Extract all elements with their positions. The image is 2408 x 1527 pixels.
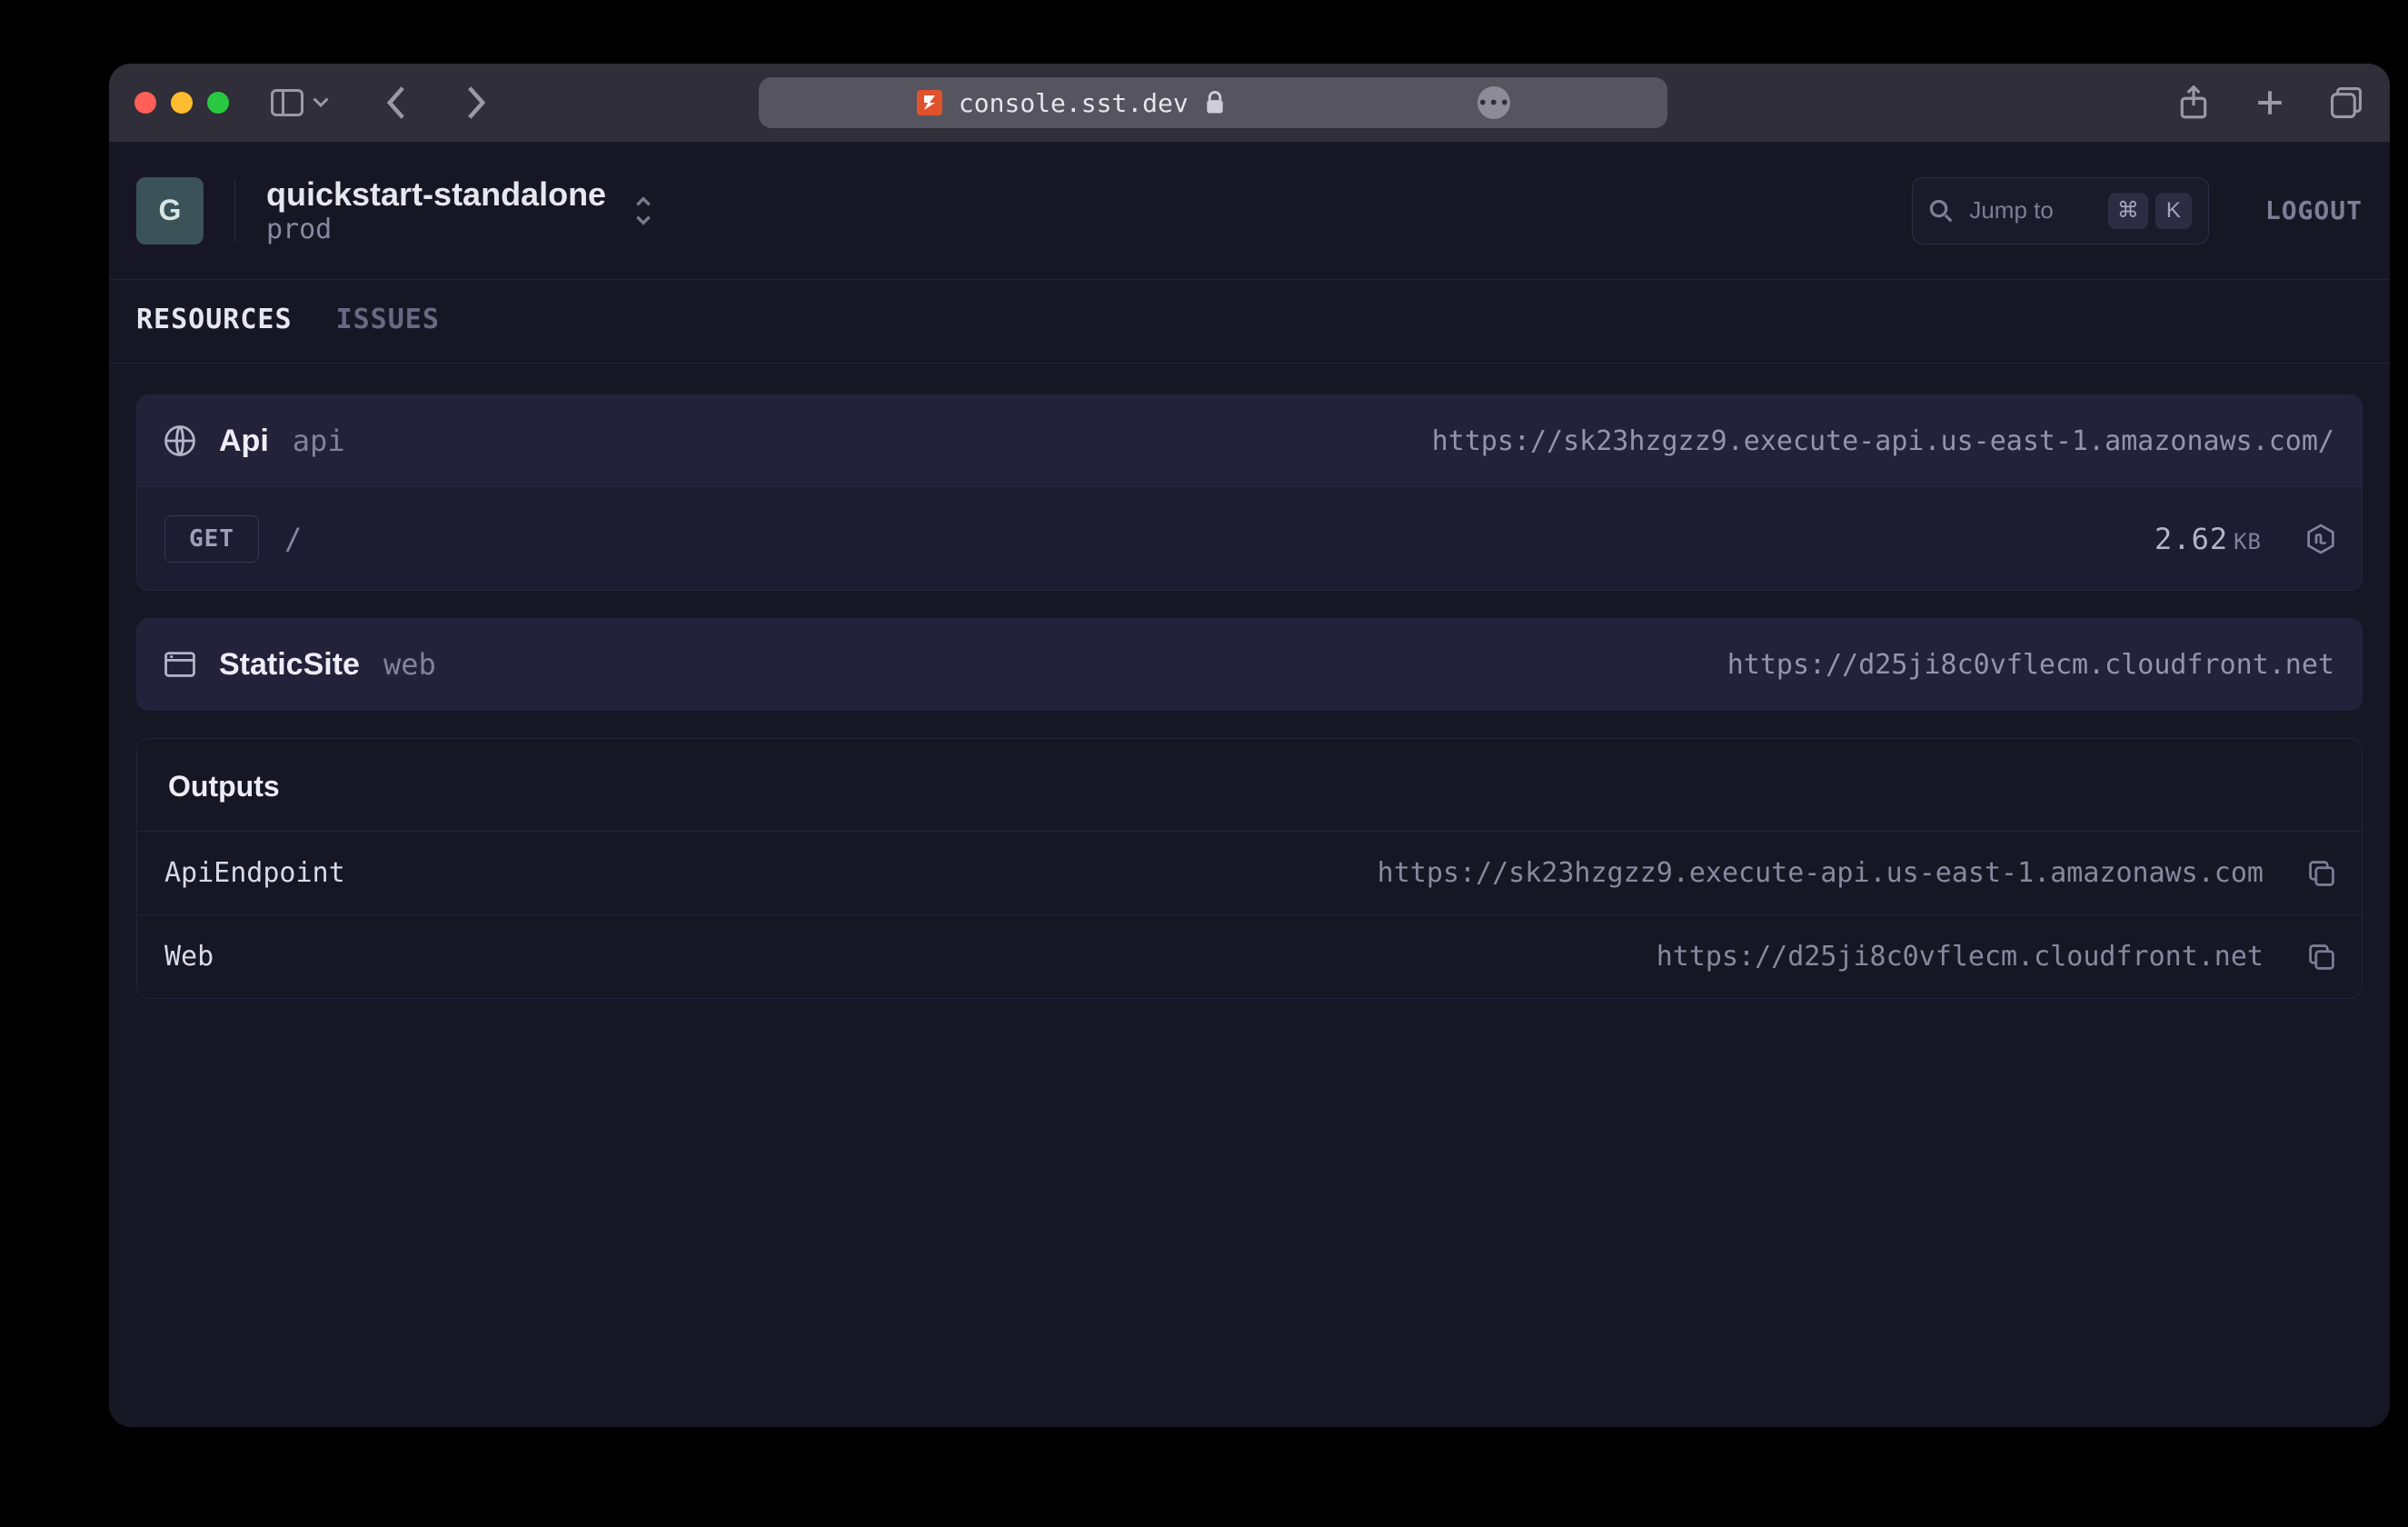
close-window-button[interactable]: [134, 92, 156, 114]
tab-overview-icon[interactable]: [2328, 85, 2364, 121]
kbd-k: K: [2155, 193, 2192, 229]
resource-id: web: [383, 647, 436, 682]
copy-icon[interactable]: [2309, 944, 2334, 970]
nodejs-icon: [2307, 524, 2334, 554]
sst-brand-icon: [917, 90, 942, 115]
resource-header[interactable]: Api api https://sk23hzgzz9.execute-api.u…: [137, 395, 2362, 486]
output-value[interactable]: https://d25ji8c0vflecm.cloudfront.net: [1657, 941, 2264, 973]
size-value: 2.62: [2154, 522, 2228, 556]
size-unit: KB: [2234, 529, 2262, 554]
tab-issues[interactable]: ISSUES: [336, 280, 440, 363]
browser-toolbar: console.sst.dev •••: [109, 64, 2390, 142]
resource-url[interactable]: https://sk23hzgzz9.execute-api.us-east-1…: [1432, 425, 2334, 457]
output-row: ApiEndpoint https://sk23hzgzz9.execute-a…: [137, 831, 2362, 914]
output-key: ApiEndpoint: [164, 857, 345, 889]
forward-button[interactable]: [458, 85, 494, 121]
route-size: 2.62KB: [2154, 522, 2262, 556]
address-url: console.sst.dev: [959, 88, 1189, 118]
globe-icon: [164, 425, 195, 456]
outputs-panel: Outputs ApiEndpoint https://sk23hzgzz9.e…: [136, 738, 2363, 999]
page-settings-button[interactable]: •••: [1478, 86, 1510, 119]
http-method-pill: GET: [164, 515, 259, 563]
project-switch-chevrons-icon[interactable]: [632, 193, 655, 229]
resource-card-api: Api api https://sk23hzgzz9.execute-api.u…: [136, 394, 2363, 591]
content: Api api https://sk23hzgzz9.execute-api.u…: [109, 364, 2390, 1030]
app-root: G quickstart-standalone prod Jump to ⌘ K: [109, 142, 2390, 1427]
outputs-title: Outputs: [137, 739, 2362, 831]
resource-type: Api: [219, 424, 269, 459]
maximize-window-button[interactable]: [207, 92, 229, 114]
resource-id: api: [293, 424, 345, 458]
resource-type: StaticSite: [219, 647, 360, 683]
logout-button[interactable]: LOGOUT: [2265, 195, 2363, 225]
browser-window-icon: [164, 651, 195, 678]
search-icon: [1929, 199, 1953, 223]
minimize-window-button[interactable]: [171, 92, 193, 114]
tabs: RESOURCES ISSUES: [109, 280, 2390, 364]
divider: [234, 179, 235, 243]
workspace-avatar[interactable]: G: [136, 177, 204, 245]
share-icon[interactable]: [2175, 85, 2212, 121]
tab-resources[interactable]: RESOURCES: [136, 280, 293, 363]
resource-url[interactable]: https://d25ji8c0vflecm.cloudfront.net: [1727, 649, 2334, 681]
project-switcher[interactable]: quickstart-standalone prod: [266, 175, 606, 246]
project-name: quickstart-standalone: [266, 175, 606, 214]
lock-icon: [1205, 91, 1225, 115]
route-row[interactable]: GET / 2.62KB: [137, 486, 2362, 590]
chevron-down-icon[interactable]: [311, 85, 331, 121]
resource-card-staticsite: StaticSite web https://d25ji8c0vflecm.cl…: [136, 618, 2363, 711]
resource-header[interactable]: StaticSite web https://d25ji8c0vflecm.cl…: [137, 619, 2362, 710]
avatar-initial: G: [159, 194, 182, 227]
sidebar-toggle-icon[interactable]: [269, 85, 305, 121]
stage-name: prod: [266, 214, 606, 246]
kbd-cmd: ⌘: [2108, 193, 2148, 229]
browser-window: console.sst.dev •••: [109, 64, 2390, 1427]
output-key: Web: [164, 941, 214, 973]
jump-to-button[interactable]: Jump to ⌘ K: [1912, 177, 2209, 245]
address-bar[interactable]: console.sst.dev •••: [759, 77, 1667, 128]
app-header: G quickstart-standalone prod Jump to ⌘ K: [109, 142, 2390, 280]
output-value[interactable]: https://sk23hzgzz9.execute-api.us-east-1…: [1378, 857, 2264, 889]
copy-icon[interactable]: [2309, 861, 2334, 886]
jump-label: Jump to: [1969, 196, 2054, 225]
route-path: /: [284, 522, 302, 556]
back-button[interactable]: [378, 85, 414, 121]
new-tab-icon[interactable]: [2252, 85, 2288, 121]
output-row: Web https://d25ji8c0vflecm.cloudfront.ne…: [137, 914, 2362, 998]
window-controls: [134, 92, 229, 114]
